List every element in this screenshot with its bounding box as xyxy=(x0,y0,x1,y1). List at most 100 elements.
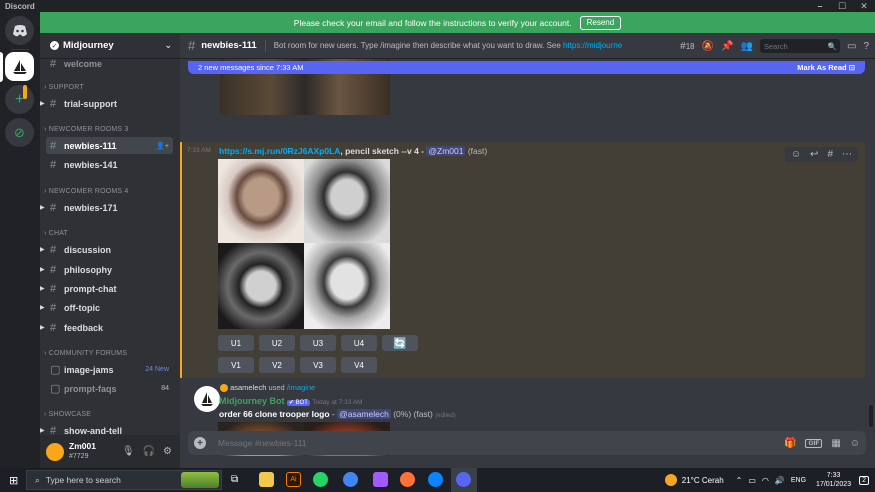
whatsapp-icon[interactable] xyxy=(313,472,328,487)
create-thread-icon[interactable]: # xyxy=(827,149,833,160)
channel-trial-support[interactable]: ▶ # trial-support xyxy=(40,95,173,112)
close-icon[interactable]: ✕ xyxy=(853,0,875,12)
channel-welcome[interactable]: # welcome xyxy=(46,55,173,72)
message-input[interactable] xyxy=(218,438,718,448)
server-midjourney[interactable] xyxy=(5,52,34,81)
channel-feedback[interactable]: ▶ # feedback xyxy=(40,319,173,336)
channel-off-topic[interactable]: ▶ # off-topic xyxy=(40,299,173,316)
maximize-icon[interactable]: ☐ xyxy=(831,0,853,12)
bot-avatar[interactable] xyxy=(194,386,220,412)
tray-chevron-icon[interactable]: ⌃ xyxy=(736,476,743,485)
upload-plus-icon[interactable]: + xyxy=(194,437,206,449)
message-list: ☺ ↩ # ⋯ 7:33 AM https://s.mj.run/0RzJ6AX… xyxy=(180,59,868,456)
channel-topic[interactable]: Bot room for new users. Type /imagine th… xyxy=(274,41,622,50)
weather-text[interactable]: 21°C Cerah xyxy=(682,476,724,485)
windows-start-icon[interactable]: ⊞ xyxy=(9,474,18,487)
image-tile-1[interactable] xyxy=(218,159,304,243)
category-chat[interactable]: › CHAT xyxy=(44,230,68,237)
mark-read-icon: ⊡ xyxy=(848,63,855,72)
microphone-icon[interactable]: 🎙 xyxy=(122,446,135,457)
mark-as-read-button[interactable]: Mark As Read ⊡ xyxy=(797,63,855,72)
channel-newbies-171[interactable]: ▶ # newbies-171 xyxy=(40,199,173,216)
v4-button[interactable]: V4 xyxy=(341,357,377,373)
channel-show-and-tell[interactable]: ▶ # show-and-tell xyxy=(40,422,173,436)
avatar[interactable] xyxy=(46,442,64,461)
gift-icon[interactable]: 🎁 xyxy=(784,438,796,449)
edge-icon[interactable] xyxy=(428,472,443,487)
channel-prompt-chat[interactable]: ▶ # prompt-chat xyxy=(40,280,173,297)
volume-icon[interactable]: 🔊 xyxy=(775,476,785,485)
firefox-icon[interactable] xyxy=(400,472,415,487)
image-tile-2[interactable] xyxy=(304,159,390,243)
discord-taskbar-active[interactable] xyxy=(451,468,477,492)
channel-newbies-141[interactable]: # newbies-141 xyxy=(46,156,173,173)
clock[interactable]: 7:33 17/01/2023 xyxy=(816,471,851,489)
figma-icon[interactable] xyxy=(373,472,388,487)
search-input[interactable]: Search 🔍 xyxy=(759,39,840,53)
chevron-down-icon[interactable]: ⌄ xyxy=(164,40,172,51)
language-indicator[interactable]: ENG xyxy=(791,477,806,484)
v2-button[interactable]: V2 xyxy=(259,357,295,373)
emoji-icon[interactable]: ☺ xyxy=(850,438,860,449)
category-newcomer-4[interactable]: › NEWCOMER ROOMS 4 xyxy=(44,188,129,195)
scrollbar-thumb[interactable] xyxy=(869,405,873,427)
image-tile-3[interactable] xyxy=(218,243,304,329)
image-link[interactable]: https://s.mj.run/0RzJ6AXp0LA xyxy=(219,146,340,156)
wifi-icon[interactable]: ◠ xyxy=(762,476,769,485)
add-reaction-icon[interactable]: ☺ xyxy=(791,149,801,160)
image-tile-4[interactable] xyxy=(304,243,390,329)
v1-button[interactable]: V1 xyxy=(218,357,254,373)
taskbar-search[interactable]: ⌕ Type here to search xyxy=(26,470,222,490)
mute-bell-icon[interactable]: 🔕 xyxy=(702,41,714,52)
threads-icon[interactable]: #18 xyxy=(680,41,694,52)
more-icon[interactable]: ⋯ xyxy=(842,149,852,160)
minimize-icon[interactable]: – xyxy=(809,0,831,12)
new-messages-bar[interactable]: 2 new messages since 7:33 AM Mark As Rea… xyxy=(188,61,865,74)
category-community-forums[interactable]: › COMMUNITY FORUMS xyxy=(44,350,127,357)
channel-label: prompt-faqs xyxy=(64,383,117,394)
user-info[interactable]: Zm001 #7729 xyxy=(69,442,96,461)
channel-philosophy[interactable]: ▶ # philosophy xyxy=(40,261,173,278)
u4-button[interactable]: U4 xyxy=(341,335,377,351)
inbox-icon[interactable]: ▭ xyxy=(847,41,856,52)
task-view-icon[interactable]: ⧉ xyxy=(231,474,238,485)
category-showcase[interactable]: › SHOWCASE xyxy=(44,411,91,418)
channel-discussion[interactable]: ▶ # discussion xyxy=(40,241,173,258)
home-button[interactable] xyxy=(5,16,34,45)
help-icon[interactable]: ? xyxy=(863,41,869,52)
add-member-icon[interactable]: 👤+ xyxy=(156,142,169,150)
reply-icon[interactable]: ↩ xyxy=(810,149,818,160)
reroll-button[interactable]: 🔄 xyxy=(382,335,418,351)
channel-image-jams[interactable]: ▢ image-jams 24 New xyxy=(46,361,173,378)
category-label: SUPPORT xyxy=(48,84,84,91)
user-mention[interactable]: @asamelech xyxy=(337,409,391,419)
file-explorer-icon[interactable] xyxy=(259,472,274,487)
channel-newbies-111[interactable]: # newbies-111 👤+ xyxy=(46,137,173,154)
reply-reference[interactable]: asamelech used /imagine xyxy=(220,383,315,393)
settings-gear-icon[interactable]: ⚙ xyxy=(163,446,172,457)
add-server-button[interactable]: + xyxy=(5,85,34,114)
channel-label: newbies-111 xyxy=(64,140,117,151)
user-mention[interactable]: @Zm001 xyxy=(426,146,466,156)
u1-button[interactable]: U1 xyxy=(218,335,254,351)
v3-button[interactable]: V3 xyxy=(300,357,336,373)
illustrator-icon[interactable]: Ai xyxy=(286,472,301,487)
notification-center[interactable]: 2 xyxy=(859,475,869,485)
headphones-icon[interactable]: 🎧 xyxy=(143,446,155,457)
category-newcomer-3[interactable]: › NEWCOMER ROOMS 3 xyxy=(44,126,129,133)
gif-icon[interactable]: GIF xyxy=(805,438,823,448)
topic-link[interactable]: https://midjourney.git... xyxy=(563,41,622,50)
channel-prompt-faqs[interactable]: ▢ prompt-faqs 84 xyxy=(46,380,173,397)
sticker-icon[interactable]: ▦ xyxy=(831,438,840,449)
pin-icon[interactable]: 📌 xyxy=(721,41,733,52)
chrome-icon[interactable] xyxy=(343,472,358,487)
network-icon[interactable]: ▭ xyxy=(748,476,756,485)
category-support[interactable]: › SUPPORT xyxy=(44,84,84,91)
explore-servers-button[interactable]: ⊘ xyxy=(5,118,34,147)
u2-button[interactable]: U2 xyxy=(259,335,295,351)
forum-icon: ▢ xyxy=(50,364,61,376)
u3-button[interactable]: U3 xyxy=(300,335,336,351)
resend-button[interactable]: Resend xyxy=(579,15,622,30)
author-name[interactable]: Midjourney Bot xyxy=(219,396,285,406)
member-list-icon[interactable]: 👥 xyxy=(741,41,753,52)
